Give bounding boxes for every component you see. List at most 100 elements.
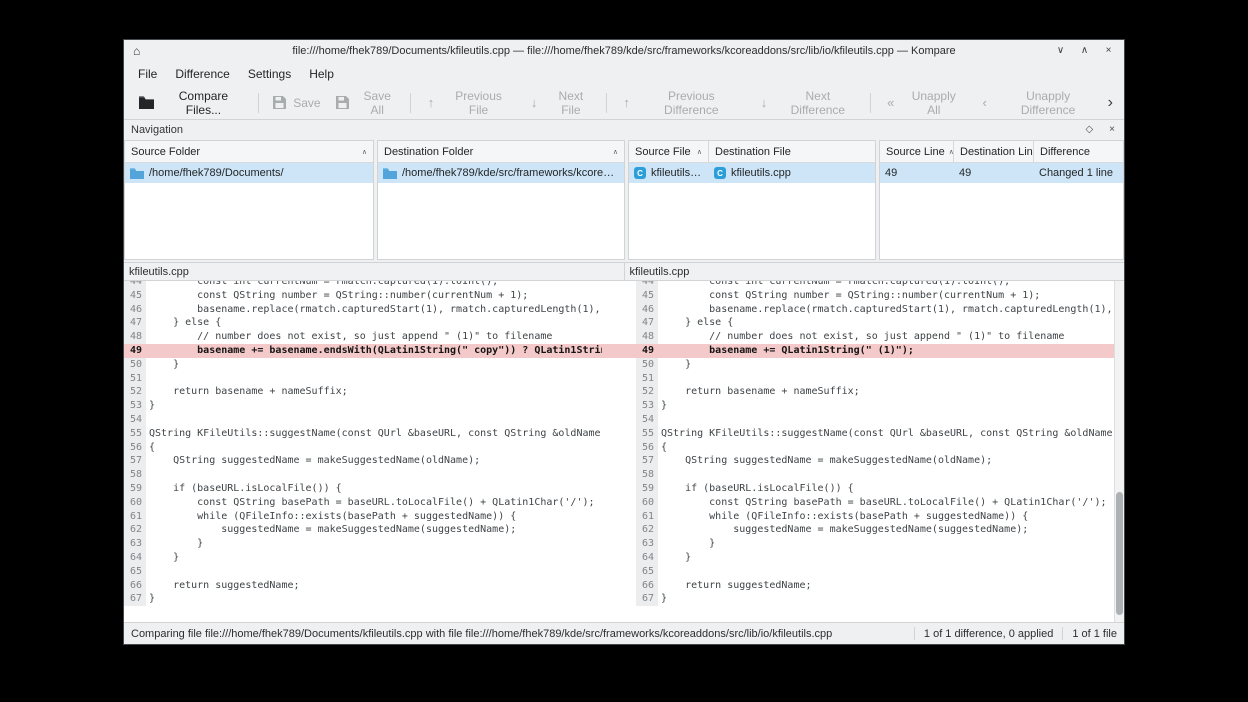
diff-row-57[interactable]: 57 QString suggestedName = makeSuggested… <box>124 454 1114 468</box>
unapply-all-button[interactable]: «Unapply All <box>876 84 970 122</box>
source-line-header[interactable]: Source Line ∧ <box>880 141 954 162</box>
previous-file-button[interactable]: ↑Previous File <box>416 84 519 122</box>
navigation-dock-header: Navigation ◇ × <box>124 120 1124 140</box>
diff-row-67[interactable]: 67}67} <box>124 592 1114 606</box>
save-button[interactable]: Save <box>264 91 327 115</box>
diff-row-65[interactable]: 65 65 <box>124 565 1114 579</box>
line-number: 62 <box>636 523 658 537</box>
sort-ascending-icon: ∧ <box>362 148 367 156</box>
navigation-dock-title: Navigation <box>131 124 1071 136</box>
line-number: 46 <box>124 303 146 317</box>
unapply-difference-button[interactable]: ‹Unapply Difference <box>970 84 1105 122</box>
line-number: 67 <box>636 592 658 606</box>
previous-difference-button[interactable]: ↑Previous Difference <box>612 84 749 122</box>
source-folder-header[interactable]: Source Folder ∧ <box>125 141 373 162</box>
line-number: 66 <box>636 579 658 593</box>
destination-line-cell: 49 <box>954 163 1034 183</box>
line-number: 63 <box>636 537 658 551</box>
toolbar-button-label: Save <box>293 96 320 110</box>
close-button[interactable]: × <box>1102 46 1115 56</box>
diff-connector <box>602 551 636 565</box>
source-code-line: } <box>146 358 602 372</box>
diff-row-64[interactable]: 64 }64 } <box>124 551 1114 565</box>
diff-connector <box>602 358 636 372</box>
line-number: 63 <box>124 537 146 551</box>
diff-row-66[interactable]: 66 return suggestedName;66 return sugges… <box>124 579 1114 593</box>
destination-folder-row[interactable]: /home/fhek789/kde/src/frameworks/kcoread… <box>378 163 624 183</box>
line-number: 65 <box>124 565 146 579</box>
source-file-header[interactable]: Source File ∧ <box>629 141 709 162</box>
diff-row-53[interactable]: 53}53} <box>124 399 1114 413</box>
source-line-header-label: Source Line <box>886 146 945 158</box>
diff-row-51[interactable]: 5151 <box>124 372 1114 386</box>
destination-folder-header-row: Destination Folder ∧ <box>378 141 624 163</box>
vertical-scrollbar[interactable] <box>1114 281 1124 622</box>
toolbar-button-label: Unapply All <box>905 89 963 117</box>
float-dock-button[interactable]: ◇ <box>1083 125 1095 135</box>
diff-row-44[interactable]: 44 const int currentNum = rmatch.capture… <box>124 281 1114 289</box>
files-row[interactable]: C kfileutils.cpp C kfileutils.cpp <box>629 163 875 183</box>
minimize-button[interactable]: ∨ <box>1054 46 1067 56</box>
diff-row-48[interactable]: 48 // number does not exist, so just app… <box>124 330 1114 344</box>
toolbar-overflow-button[interactable]: › <box>1105 95 1116 111</box>
source-folder-row[interactable]: /home/fhek789/Documents/ <box>125 163 373 183</box>
destination-folder-header[interactable]: Destination Folder ∧ <box>378 141 624 162</box>
difference-value-cell: Changed 1 line <box>1034 163 1123 183</box>
diff-row-62[interactable]: 62 suggestedName = makeSuggestedName(sug… <box>124 523 1114 537</box>
diff-row-59[interactable]: 59 if (baseURL.isLocalFile()) {59 if (ba… <box>124 482 1114 496</box>
destination-code-line: // number does not exist, so just append… <box>658 330 1114 344</box>
diff-row-49[interactable]: 49 basename += basename.endsWith(QLatin1… <box>124 344 1114 358</box>
diff-row-60[interactable]: 60 const QString basePath = baseURL.toLo… <box>124 496 1114 510</box>
source-code-line: } <box>146 537 602 551</box>
titlebar[interactable]: ⌂ file:///home/fhek789/Documents/kfileut… <box>124 40 1124 62</box>
diff-row-52[interactable]: 52 return basename + nameSuffix;52 retur… <box>124 385 1114 399</box>
diff-row-54[interactable]: 5454 <box>124 413 1114 427</box>
menu-settings[interactable]: Settings <box>239 64 300 84</box>
diff-row-50[interactable]: 50 }50 } <box>124 358 1114 372</box>
destination-line-header[interactable]: Destination Line <box>954 141 1034 162</box>
source-code-line: if (baseURL.isLocalFile()) { <box>146 482 602 496</box>
maximize-button[interactable]: ∧ <box>1078 46 1091 56</box>
line-number: 57 <box>124 454 146 468</box>
source-code-line: const QString number = QString::number(c… <box>146 289 602 303</box>
destination-file-header[interactable]: Destination File <box>709 141 875 162</box>
diff-row-56[interactable]: 56{56{ <box>124 441 1114 455</box>
menubar: FileDifferenceSettingsHelp <box>124 62 1124 86</box>
destination-code-line: } <box>658 358 1114 372</box>
source-pane-filename: kfileutils.cpp <box>129 266 189 278</box>
diff-row-58[interactable]: 5858 <box>124 468 1114 482</box>
destination-code-line: } <box>658 551 1114 565</box>
line-number: 55 <box>636 427 658 441</box>
toolbar-buttons: Compare Files... Save Save All ↑Previous Fi… <box>132 84 1105 122</box>
line-number: 67 <box>124 592 146 606</box>
close-dock-button[interactable]: × <box>1107 125 1117 135</box>
diff-scroll-viewport[interactable]: 44 const int currentNum = rmatch.capture… <box>124 281 1114 622</box>
diff-row-63[interactable]: 63 }63 } <box>124 537 1114 551</box>
compare-files-button[interactable]: Compare Files... <box>132 84 253 122</box>
source-code-line: { <box>146 441 602 455</box>
save-all-button[interactable]: Save All <box>328 84 406 122</box>
diff-row-46[interactable]: 46 basename.replace(rmatch.capturedStart… <box>124 303 1114 317</box>
vertical-scrollbar-thumb[interactable] <box>1116 492 1123 615</box>
menu-file[interactable]: File <box>129 64 166 84</box>
menu-help[interactable]: Help <box>300 64 343 84</box>
difference-header[interactable]: Difference <box>1034 141 1123 162</box>
menu-difference[interactable]: Difference <box>166 64 238 84</box>
diff-row-55[interactable]: 55QString KFileUtils::suggestName(const … <box>124 427 1114 441</box>
diff-row-61[interactable]: 61 while (QFileInfo::exists(basePath + s… <box>124 510 1114 524</box>
diff-row-47[interactable]: 47 } else {47 } else { <box>124 316 1114 330</box>
line-number: 50 <box>636 358 658 372</box>
diff-row-45[interactable]: 45 const QString number = QString::numbe… <box>124 289 1114 303</box>
destination-code-line: basename.replace(rmatch.capturedStart(1)… <box>658 303 1114 317</box>
toolbar-button-label: Save All <box>356 89 398 117</box>
line-number: 54 <box>124 413 146 427</box>
line-number: 55 <box>124 427 146 441</box>
source-folder-pane: Source Folder ∧ /home/fhek789/Documents/ <box>124 140 374 260</box>
diff-connector <box>602 523 636 537</box>
line-number: 65 <box>636 565 658 579</box>
next-difference-button[interactable]: ↓Next Difference <box>749 84 865 122</box>
difference-row[interactable]: 49 49 Changed 1 line <box>880 163 1123 183</box>
diff-connector <box>602 592 636 606</box>
diff-connector <box>602 441 636 455</box>
next-file-button[interactable]: ↓Next File <box>519 84 601 122</box>
